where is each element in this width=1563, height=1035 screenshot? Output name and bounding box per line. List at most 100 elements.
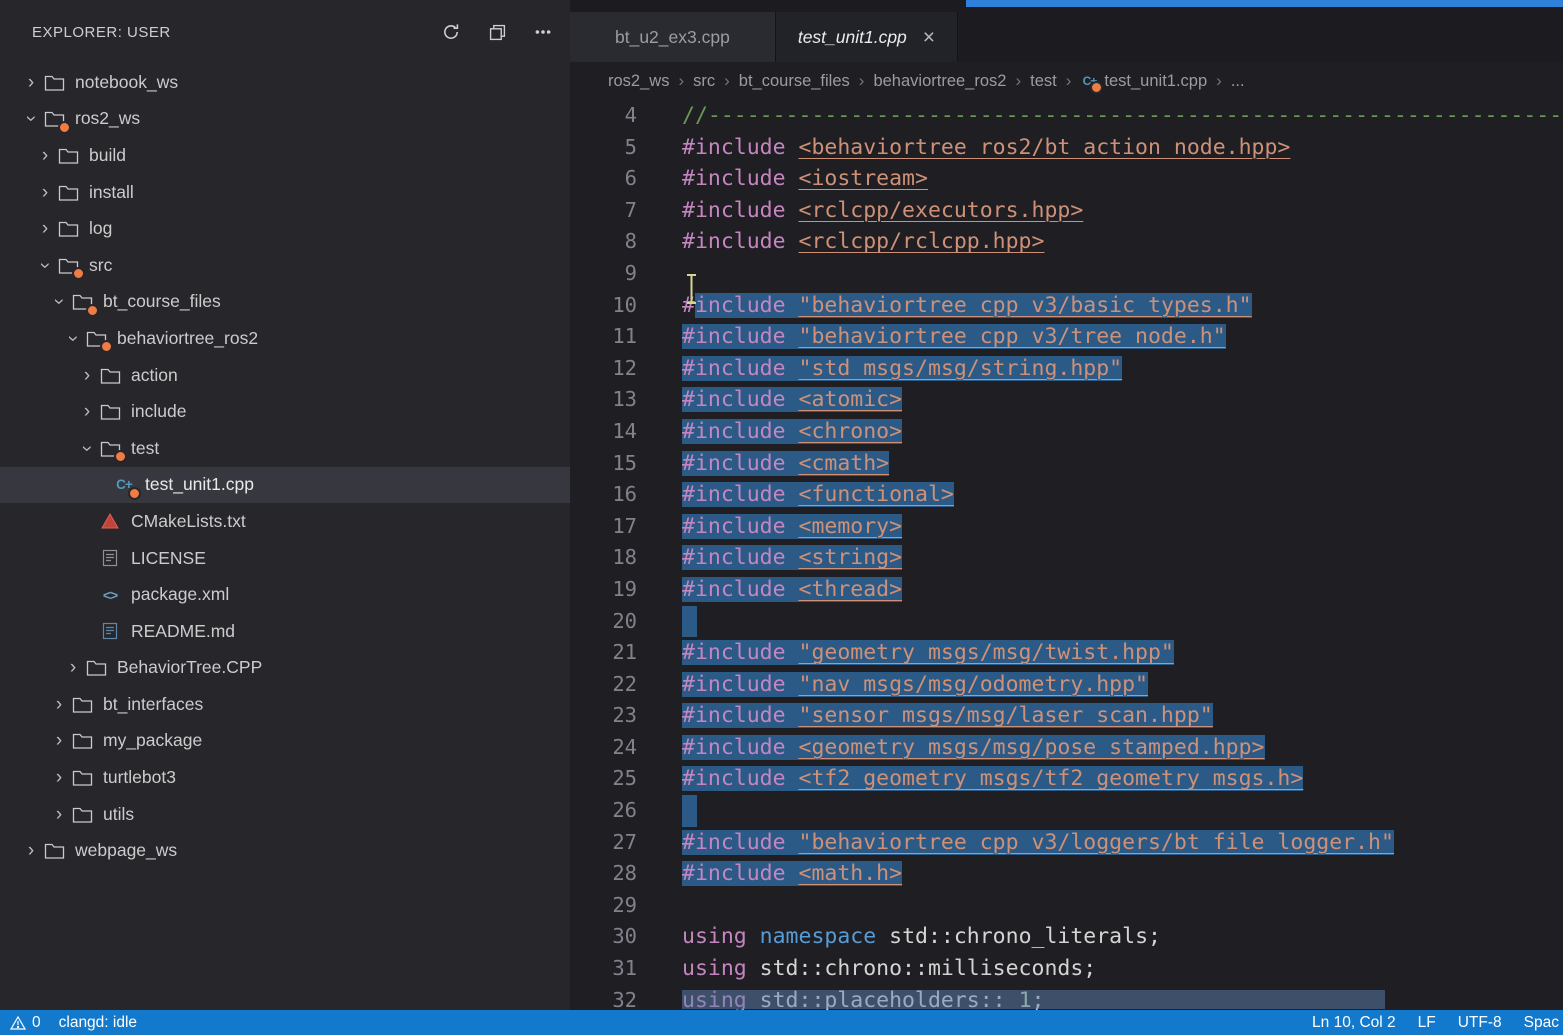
code-line[interactable]: 28#include <math.h>: [570, 858, 1563, 890]
tree-item-include[interactable]: ›include: [0, 393, 570, 430]
status-warnings[interactable]: 0: [10, 1014, 41, 1032]
horizontal-scrollbar[interactable]: [682, 990, 1385, 1009]
refresh-explorer-icon[interactable]: [440, 21, 462, 43]
chevron-right-icon[interactable]: ›: [20, 841, 42, 860]
code-line[interactable]: 9: [570, 258, 1563, 290]
chevron-right-icon[interactable]: ›: [76, 402, 98, 421]
selection-highlight: #include "sensor_msgs/msg/laser_scan.hpp…: [682, 703, 1213, 728]
status-ln-10-col-2[interactable]: Ln 10, Col 2: [1312, 1014, 1396, 1032]
top-blue-strip: [966, 0, 1563, 7]
code-line[interactable]: 14#include <chrono>: [570, 416, 1563, 448]
code-line[interactable]: 20: [570, 606, 1563, 638]
tree-item-webpage-ws[interactable]: ›webpage_ws: [0, 832, 570, 869]
code-line[interactable]: 17#include <memory>: [570, 511, 1563, 543]
tree-item-utils[interactable]: › utils: [0, 796, 570, 833]
breadcrumb-item-src[interactable]: src: [693, 72, 715, 91]
status-label: LF: [1418, 1014, 1436, 1032]
tree-item-src[interactable]: ›src: [0, 247, 570, 284]
chevron-down-icon[interactable]: ›: [22, 108, 41, 130]
code-token: <geometry_msgs/msg/pose_stamped.hpp>: [799, 735, 1265, 760]
code-line[interactable]: 16#include <functional>: [570, 479, 1563, 511]
tree-item-action[interactable]: ›action: [0, 357, 570, 394]
tree-item-bt-course-files[interactable]: ›bt_course_files: [0, 284, 570, 321]
status-utf-8[interactable]: UTF-8: [1458, 1014, 1502, 1032]
code-line-text: #include <rclcpp/rclcpp.hpp>: [682, 226, 1044, 258]
status-lf[interactable]: LF: [1418, 1014, 1436, 1032]
chevron-right-icon[interactable]: ›: [20, 73, 42, 92]
breadcrumb-item-test-unit1-cpp[interactable]: C+test_unit1.cpp: [1080, 72, 1207, 91]
code-line[interactable]: 24#include <geometry_msgs/msg/pose_stamp…: [570, 732, 1563, 764]
chevron-down-icon[interactable]: ›: [64, 327, 83, 349]
tree-item-behaviortree-cpp[interactable]: ›BehaviorTree.CPP: [0, 650, 570, 687]
code-line-text: #include "behaviortree_cpp_v3/tree_node.…: [682, 321, 1226, 353]
breadcrumb-item-[interactable]: ...: [1231, 72, 1245, 91]
chevron-right-icon[interactable]: ›: [48, 731, 70, 750]
code-line[interactable]: 8#include <rclcpp/rclcpp.hpp>: [570, 226, 1563, 258]
code-line[interactable]: 23#include "sensor_msgs/msg/laser_scan.h…: [570, 700, 1563, 732]
close-icon[interactable]: ×: [923, 27, 935, 48]
code-line[interactable]: 22#include "nav_msgs/msg/odometry.hpp": [570, 669, 1563, 701]
code-token: #include: [682, 451, 799, 476]
selection-highlight: [682, 795, 697, 827]
status-clangd-idle[interactable]: clangd: idle: [59, 1014, 137, 1032]
code-line[interactable]: 18#include <string>: [570, 542, 1563, 574]
status-spac[interactable]: Spac: [1524, 1014, 1559, 1032]
tree-item-cmakelists-txt[interactable]: CMakeLists.txt: [0, 503, 570, 540]
breadcrumb-label: ros2_ws: [608, 72, 669, 91]
breadcrumb-item-ros2-ws[interactable]: ros2_ws: [608, 72, 669, 91]
code-line[interactable]: 11#include "behaviortree_cpp_v3/tree_nod…: [570, 321, 1563, 353]
chevron-right-icon[interactable]: ›: [34, 183, 56, 202]
code-token: "behaviortree_cpp_v3/loggers/bt_file_log…: [799, 830, 1394, 855]
tree-item-license[interactable]: LICENSE: [0, 540, 570, 577]
code-line[interactable]: 26: [570, 795, 1563, 827]
chevron-right-icon[interactable]: ›: [62, 658, 84, 677]
code-line[interactable]: 15#include <cmath>: [570, 448, 1563, 480]
code-line[interactable]: 31using std::chrono::milliseconds;: [570, 953, 1563, 985]
tree-item-test-unit1-cpp[interactable]: C+test_unit1.cpp: [0, 467, 570, 504]
tree-item-build[interactable]: ›build: [0, 137, 570, 174]
code-line[interactable]: 30using namespace std::chrono_literals;: [570, 921, 1563, 953]
line-number: 20: [570, 606, 637, 638]
code-line[interactable]: 10#include "behaviortree_cpp_v3/basic_ty…: [570, 290, 1563, 322]
tree-item-behaviortree-ros2[interactable]: ›behaviortree_ros2: [0, 320, 570, 357]
code-line[interactable]: 6#include <iostream>: [570, 163, 1563, 195]
tree-item-turtlebot3[interactable]: ›turtlebot3: [0, 759, 570, 796]
code-line[interactable]: 7#include <rclcpp/executors.hpp>: [570, 195, 1563, 227]
code-line[interactable]: 12#include "std_msgs/msg/string.hpp": [570, 353, 1563, 385]
code-line[interactable]: 25#include <tf2_geometry_msgs/tf2_geomet…: [570, 763, 1563, 795]
collapse-folders-icon[interactable]: [486, 21, 508, 43]
breadcrumb-item-bt-course-files[interactable]: bt_course_files: [739, 72, 850, 91]
tree-item-readme-md[interactable]: README.md: [0, 613, 570, 650]
chevron-right-icon[interactable]: ›: [76, 366, 98, 385]
tree-item-bt-interfaces[interactable]: ›bt_interfaces: [0, 686, 570, 723]
tree-item-install[interactable]: ›install: [0, 174, 570, 211]
tree-item-ros2-ws[interactable]: ›ros2_ws: [0, 101, 570, 138]
code-token: #include: [682, 166, 799, 191]
code-line[interactable]: 13#include <atomic>: [570, 384, 1563, 416]
code-line[interactable]: 21#include "geometry_msgs/msg/twist.hpp": [570, 637, 1563, 669]
tab-bt-u2-ex3-cpp[interactable]: bt_u2_ex3.cpp: [570, 12, 776, 62]
tree-item-my-package[interactable]: ›my_package: [0, 723, 570, 760]
code-line[interactable]: 19#include <thread>: [570, 574, 1563, 606]
chevron-right-icon[interactable]: ›: [34, 146, 56, 165]
breadcrumb-item-behaviortree-ros2[interactable]: behaviortree_ros2: [873, 72, 1006, 91]
tree-item-notebook-ws[interactable]: ›notebook_ws: [0, 64, 570, 101]
tab-test-unit1-cpp[interactable]: test_unit1.cpp×: [776, 12, 958, 62]
code-line[interactable]: 29: [570, 890, 1563, 922]
tree-item-label: utils: [103, 804, 134, 825]
code-line[interactable]: 4//-------------------------------------…: [570, 100, 1563, 132]
chevron-right-icon[interactable]: ›: [34, 219, 56, 238]
chevron-down-icon[interactable]: ›: [50, 291, 69, 313]
tree-item-package-xml[interactable]: <>package.xml: [0, 576, 570, 613]
tree-item-test[interactable]: ›test: [0, 430, 570, 467]
chevron-down-icon[interactable]: ›: [36, 254, 55, 276]
chevron-right-icon[interactable]: ›: [48, 695, 70, 714]
chevron-right-icon[interactable]: ›: [48, 805, 70, 824]
more-actions-icon[interactable]: [532, 21, 554, 43]
chevron-down-icon[interactable]: ›: [78, 437, 97, 459]
chevron-right-icon[interactable]: ›: [48, 768, 70, 787]
code-line[interactable]: 27#include "behaviortree_cpp_v3/loggers/…: [570, 827, 1563, 859]
code-line[interactable]: 5#include <behaviortree_ros2/bt_action_n…: [570, 132, 1563, 164]
tree-item-log[interactable]: ›log: [0, 210, 570, 247]
breadcrumb-item-test[interactable]: test: [1030, 72, 1057, 91]
